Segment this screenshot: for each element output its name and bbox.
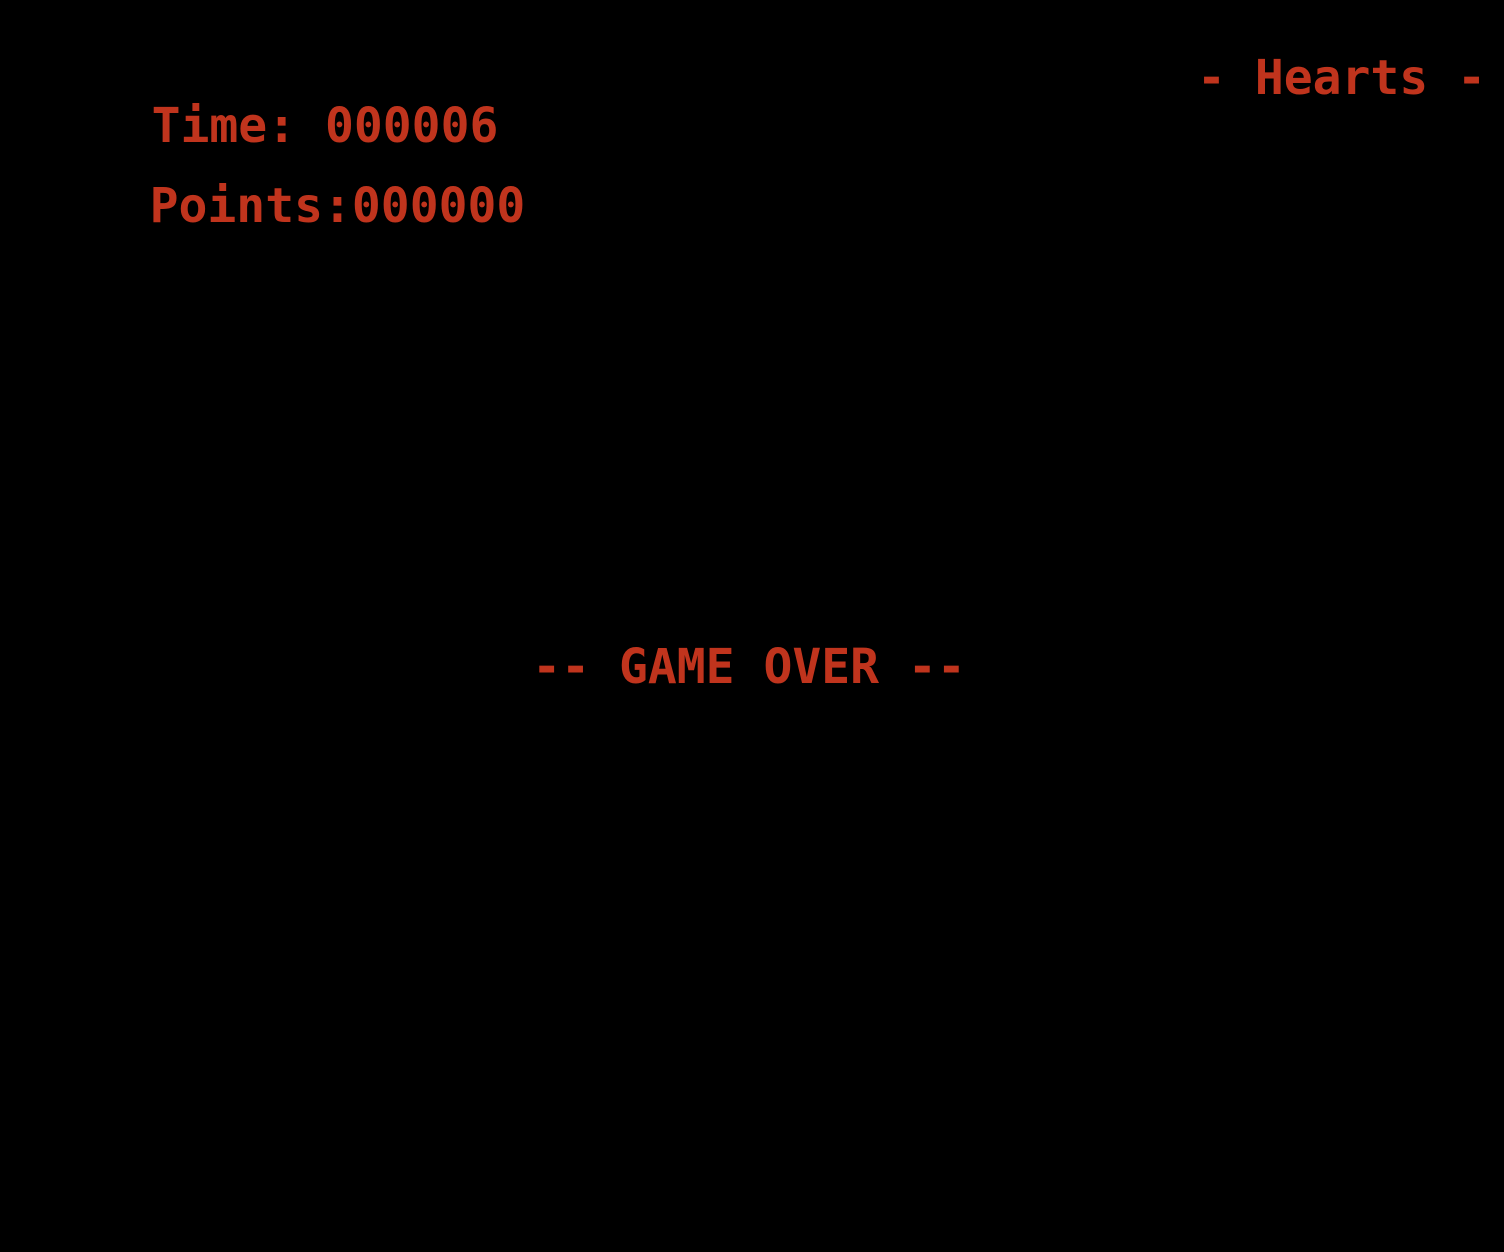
hearts-label: - Hearts - — [1197, 50, 1486, 106]
points-value: 000000 — [351, 178, 526, 234]
points-display: Points:000000 — [34, 134, 526, 278]
game-over-message: -- GAME OVER -- — [532, 639, 966, 695]
points-label: Points: — [149, 178, 352, 234]
game-screen: Time: 000006 Points:000000 - Hearts - --… — [0, 0, 1504, 1252]
